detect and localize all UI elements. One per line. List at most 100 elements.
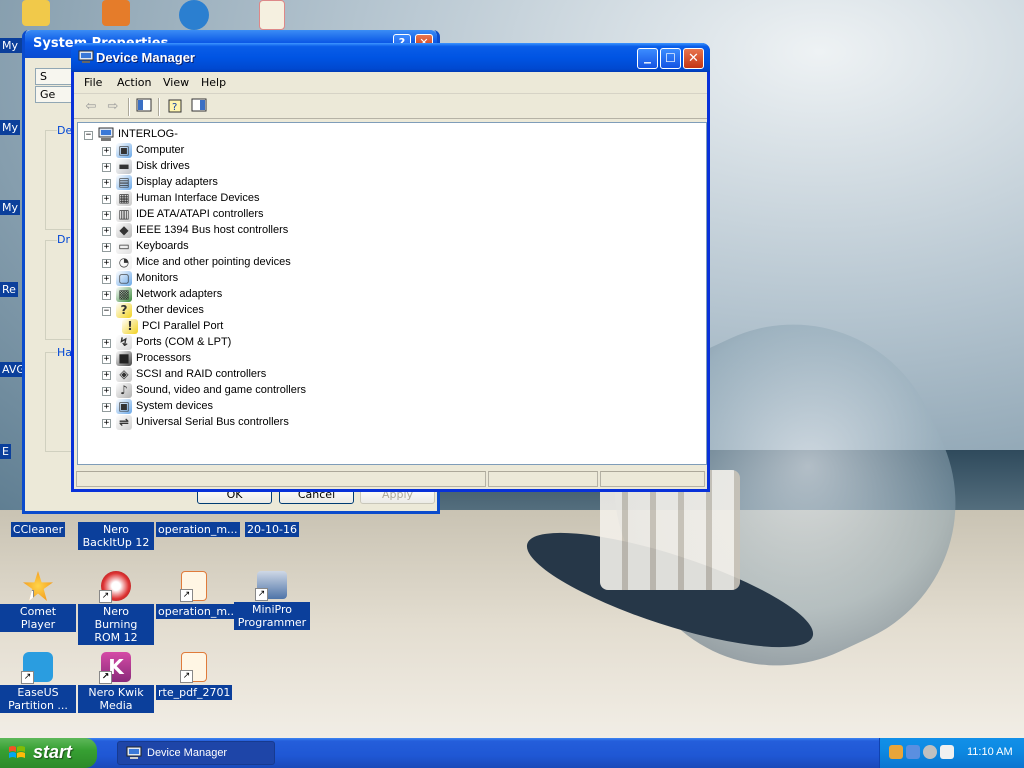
expand-icon[interactable]: + (102, 419, 111, 428)
tree-item-label: Sound, video and game controllers (136, 384, 306, 396)
start-button[interactable]: start (0, 738, 97, 768)
tree-item-label: Monitors (136, 272, 179, 284)
tree-item-label: Display adapters (136, 176, 218, 188)
pdf-icon (180, 652, 207, 683)
back-arrow-icon[interactable]: ⇦ (82, 98, 100, 116)
expand-icon[interactable]: + (102, 179, 111, 188)
clock[interactable]: 11:10 AM (967, 746, 1013, 758)
desktop-label-my-documents[interactable]: My (0, 120, 21, 135)
desktop-icon-label: CCleaner (10, 522, 66, 537)
desktop-label-recycle[interactable]: Re (0, 282, 18, 297)
computer-icon: ▣ (116, 143, 132, 158)
expand-icon[interactable]: + (102, 387, 111, 396)
expand-icon[interactable]: + (102, 355, 111, 364)
desktop-icon-pdf-top[interactable] (234, 0, 310, 33)
desktop-icon-operation-2[interactable]: operation_m... (156, 571, 240, 619)
tree-item-label: Keyboards (136, 240, 189, 252)
desktop-label-my-network[interactable]: My (0, 200, 21, 215)
tray-settings-icon[interactable] (923, 745, 937, 759)
port-icon: ↯ (116, 335, 132, 350)
easeus-icon (21, 652, 53, 684)
desktop-icon-label: Nero Kwik Media (78, 685, 154, 713)
collapse-icon[interactable]: − (102, 307, 111, 316)
nero-disc-icon (99, 571, 131, 603)
display-adapter-icon: ▤ (116, 175, 132, 190)
ide-controller-icon: ▥ (116, 207, 132, 222)
expand-icon[interactable]: + (102, 243, 111, 252)
minimize-button[interactable]: _ (637, 48, 658, 69)
unknown-device-icon: ? (116, 303, 132, 318)
desktop-icon-label: Nero Burning ROM 12 (78, 604, 154, 645)
computer-icon (98, 127, 114, 141)
forward-arrow-icon[interactable]: ⇨ (104, 98, 122, 116)
expand-icon[interactable]: + (102, 371, 111, 380)
taskbar-item-device-manager[interactable]: Device Manager (117, 741, 275, 765)
expand-icon[interactable]: + (102, 211, 111, 220)
close-button[interactable]: ✕ (683, 48, 704, 69)
volume-icon[interactable] (940, 745, 954, 759)
desktop-icon-easeus[interactable]: EaseUS Partition ... (0, 652, 76, 713)
desktop-icon-label: EaseUS Partition ... (0, 685, 76, 713)
desktop-icon-nero-burning-rom[interactable]: Nero Burning ROM 12 (78, 571, 154, 645)
tree-item-label: Ports (COM & LPT) (136, 336, 232, 348)
desktop-icon-viewer[interactable] (78, 0, 154, 29)
ieee1394-icon: ◆ (116, 223, 132, 238)
menu-action[interactable]: Action (117, 76, 151, 89)
device-tree[interactable]: − INTERLOG- + ▣ Computer + ▬ Disk drives + ▤ Dis… (77, 122, 707, 465)
pdf-icon (259, 0, 285, 30)
pdf-icon (180, 571, 207, 602)
refresh-icon (179, 0, 209, 30)
show-hide-tree-icon[interactable] (135, 98, 153, 116)
tray-app-icon[interactable] (889, 745, 903, 759)
expand-icon[interactable]: + (102, 339, 111, 348)
device-manager-titlebar[interactable]: Device Manager _ ☐ ✕ (71, 43, 710, 72)
status-pane-1 (76, 471, 486, 487)
window-title: Device Manager (96, 50, 195, 65)
warning-device-icon: ! (122, 319, 138, 334)
menu-help[interactable]: Help (201, 76, 226, 89)
menu-view[interactable]: View (163, 76, 189, 89)
tree-item-label: IDE ATA/ATAPI controllers (136, 208, 264, 220)
desktop-icon-nero-kwik-media[interactable]: K Nero Kwik Media (78, 652, 154, 713)
desktop-icon-nero-backitup[interactable]: Nero BackItUp 12 (78, 522, 154, 550)
computer-icon (78, 50, 94, 63)
maximize-button[interactable]: ☐ (660, 48, 681, 69)
properties-help-icon[interactable]: ? (166, 98, 184, 116)
collapse-icon[interactable]: − (84, 131, 93, 140)
network-icon[interactable] (906, 745, 920, 759)
desktop-icon-refresh[interactable] (156, 0, 232, 33)
tree-item-label: Mice and other pointing devices (136, 256, 291, 268)
device-manager-group-label: De (57, 124, 73, 137)
monitor-icon: ▢ (116, 271, 132, 286)
expand-icon[interactable]: + (102, 163, 111, 172)
expand-icon[interactable]: + (102, 227, 111, 236)
tree-item-label: Network adapters (136, 288, 223, 300)
expand-icon[interactable]: + (102, 259, 111, 268)
tree-item-label: SCSI and RAID controllers (136, 368, 267, 380)
desktop-icon-rte-pdf[interactable]: rte_pdf_2701 (156, 652, 233, 700)
expand-icon[interactable]: + (102, 195, 111, 204)
toolbar-separator (128, 98, 130, 116)
desktop-icon-operation-1[interactable]: operation_m... (156, 522, 240, 537)
desktop-icon-comet-player[interactable]: Comet Player (0, 571, 76, 632)
tree-item-label: Computer (136, 144, 185, 156)
status-pane-2 (488, 471, 598, 487)
expand-icon[interactable]: + (102, 147, 111, 156)
system-tray: 11:10 AM (879, 738, 1024, 768)
desktop-label-e[interactable]: E (0, 444, 11, 459)
expand-icon[interactable]: + (102, 275, 111, 284)
keyboard-icon: ▭ (116, 239, 132, 254)
expand-icon[interactable]: + (102, 291, 111, 300)
device-manager-window[interactable]: Device Manager _ ☐ ✕ File Action View He… (71, 43, 710, 492)
desktop-icon-label: Nero BackItUp 12 (78, 522, 154, 550)
disk-drive-icon: ▬ (116, 159, 132, 174)
hardware-profiles-group-label: Ha (57, 346, 73, 359)
desktop-icon-ccleaner[interactable]: CCleaner (0, 522, 76, 537)
expand-icon[interactable]: + (102, 403, 111, 412)
properties-icon[interactable] (190, 98, 208, 116)
desktop-icon-20-10-16[interactable]: 20-10-16 (234, 522, 310, 537)
desktop-icon-minipro[interactable]: MiniPro Programmer (234, 571, 310, 630)
menu-file[interactable]: File (84, 76, 102, 89)
desktop-icon-folder[interactable] (0, 0, 76, 29)
system-device-icon: ▣ (116, 399, 132, 414)
